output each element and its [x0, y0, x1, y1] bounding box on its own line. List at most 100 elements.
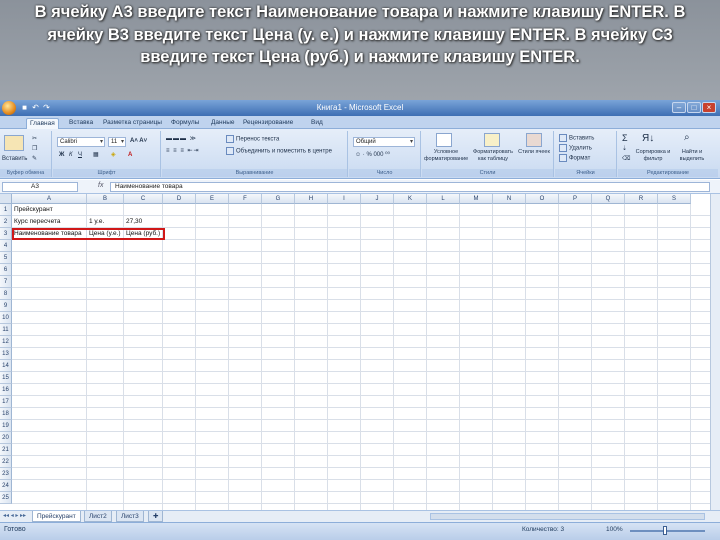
row-header-19[interactable]: 19	[0, 420, 12, 432]
column-header-m[interactable]: M	[460, 194, 493, 204]
column-header-q[interactable]: Q	[592, 194, 625, 204]
bold-icon[interactable]: Ж	[59, 151, 64, 159]
font-color-icon[interactable]: A	[128, 151, 132, 159]
row-header-25[interactable]: 25	[0, 492, 12, 504]
cell-styles-icon[interactable]	[526, 133, 542, 147]
column-header-i[interactable]: I	[328, 194, 361, 204]
cut-icon[interactable]: ✂	[32, 135, 37, 143]
tab-data[interactable]: Данные	[208, 118, 237, 129]
row-header-24[interactable]: 24	[0, 480, 12, 492]
column-header-e[interactable]: E	[196, 194, 229, 204]
horizontal-scrollbar[interactable]	[430, 513, 705, 520]
formula-input[interactable]: Наименование товара	[110, 182, 710, 192]
sheet-tab-2[interactable]: Лист2	[84, 511, 112, 522]
sort-filter-button[interactable]: Сортировка и фильтр	[634, 149, 672, 162]
percent-icon[interactable]: ☺ · % 000 ⁰⁰	[355, 151, 390, 159]
column-header-a[interactable]: A	[12, 194, 87, 204]
sheet-tab-1[interactable]: Прейскурант	[32, 511, 81, 522]
row-header-14[interactable]: 14	[0, 360, 12, 372]
row-header-18[interactable]: 18	[0, 408, 12, 420]
zoom-slider[interactable]	[630, 530, 705, 532]
paste-button[interactable]: Вставить	[2, 155, 27, 163]
align-left-icon[interactable]: ≡ ≡ ≡ ⇤⇥	[166, 147, 200, 155]
find-select-button[interactable]: Найти и выделить	[674, 149, 710, 162]
tab-home[interactable]: Главная	[26, 118, 59, 129]
column-header-g[interactable]: G	[262, 194, 295, 204]
cell-b2[interactable]: 1 у.е.	[87, 216, 104, 228]
column-header-h[interactable]: H	[295, 194, 328, 204]
font-name-select[interactable]: Calibri	[57, 137, 105, 147]
row-header-12[interactable]: 12	[0, 336, 12, 348]
insert-sheet-icon[interactable]: ✚	[148, 511, 164, 522]
column-header-j[interactable]: J	[361, 194, 394, 204]
merge-center-button[interactable]: Объединить и поместить в центре	[226, 147, 332, 156]
column-header-n[interactable]: N	[493, 194, 526, 204]
row-header-21[interactable]: 21	[0, 444, 12, 456]
grow-font-icon[interactable]: A˄ A˅	[130, 137, 147, 145]
row-header-9[interactable]: 9	[0, 300, 12, 312]
italic-icon[interactable]: К	[69, 151, 73, 159]
format-table-icon[interactable]	[484, 133, 500, 147]
name-box[interactable]: A3	[2, 182, 78, 192]
sort-icon[interactable]: Я↓	[642, 134, 654, 144]
borders-icon[interactable]: ▦	[93, 151, 99, 159]
row-header-15[interactable]: 15	[0, 372, 12, 384]
vertical-scrollbar[interactable]	[710, 194, 720, 510]
cell-a2[interactable]: Курс пересчета	[12, 216, 60, 228]
tab-page-layout[interactable]: Разметка страницы	[100, 118, 165, 129]
maximize-button[interactable]: □	[687, 102, 701, 113]
column-header-l[interactable]: L	[427, 194, 460, 204]
wrap-text-button[interactable]: Перенос текста	[226, 135, 279, 144]
format-painter-icon[interactable]: ✎	[32, 155, 37, 163]
column-header-k[interactable]: K	[394, 194, 427, 204]
conditional-format-icon[interactable]	[436, 133, 452, 147]
row-header-8[interactable]: 8	[0, 288, 12, 300]
column-header-c[interactable]: C	[124, 194, 163, 204]
tab-review[interactable]: Рецензирование	[240, 118, 296, 129]
autosum-icon[interactable]: Σ	[622, 134, 628, 143]
row-header-10[interactable]: 10	[0, 312, 12, 324]
select-all-corner[interactable]	[0, 194, 12, 204]
number-format-select[interactable]: Общий	[353, 137, 415, 147]
insert-cells-button[interactable]: Вставить	[559, 134, 594, 143]
column-header-r[interactable]: R	[625, 194, 658, 204]
row-header-17[interactable]: 17	[0, 396, 12, 408]
row-header-20[interactable]: 20	[0, 432, 12, 444]
column-header-s[interactable]: S	[658, 194, 691, 204]
tab-formulas[interactable]: Формулы	[168, 118, 202, 129]
align-top-icon[interactable]: ▬▬▬ ≫	[166, 135, 197, 143]
zoom-slider-knob[interactable]	[663, 526, 667, 535]
row-header-23[interactable]: 23	[0, 468, 12, 480]
format-table-button[interactable]: Форматировать как таблицу	[472, 149, 514, 162]
conditional-format-button[interactable]: Условное форматирование	[424, 149, 468, 162]
tab-view[interactable]: Вид	[308, 118, 326, 129]
column-header-f[interactable]: F	[229, 194, 262, 204]
paste-icon[interactable]	[4, 135, 24, 151]
delete-cells-button[interactable]: Удалить	[559, 144, 592, 153]
cell-c2[interactable]: 27,30	[124, 216, 142, 228]
row-header-11[interactable]: 11	[0, 324, 12, 336]
row-header-4[interactable]: 4	[0, 240, 12, 252]
fill-color-icon[interactable]: ◈	[111, 151, 116, 159]
row-header-22[interactable]: 22	[0, 456, 12, 468]
row-header-6[interactable]: 6	[0, 264, 12, 276]
cell-area[interactable]	[12, 204, 710, 510]
row-header-1[interactable]: 1	[0, 204, 12, 216]
close-button[interactable]: ×	[702, 102, 716, 113]
minimize-button[interactable]: –	[672, 102, 686, 113]
insert-function-icon[interactable]: fx	[98, 182, 103, 189]
copy-icon[interactable]: ❐	[32, 145, 37, 153]
sheet-tab-3[interactable]: Лист3	[116, 511, 144, 522]
row-header-7[interactable]: 7	[0, 276, 12, 288]
row-header-5[interactable]: 5	[0, 252, 12, 264]
tab-insert[interactable]: Вставка	[66, 118, 96, 129]
row-header-2[interactable]: 2	[0, 216, 12, 228]
column-header-p[interactable]: P	[559, 194, 592, 204]
fill-icon[interactable]: ⇣	[622, 145, 627, 153]
sheet-nav-icon[interactable]: ◂◂ ◂ ▸ ▸▸	[3, 512, 26, 519]
underline-icon[interactable]: Ч	[78, 151, 82, 159]
cell-styles-button[interactable]: Стили ячеек	[518, 149, 550, 156]
column-header-d[interactable]: D	[163, 194, 196, 204]
font-size-select[interactable]: 11	[108, 137, 126, 147]
row-header-16[interactable]: 16	[0, 384, 12, 396]
